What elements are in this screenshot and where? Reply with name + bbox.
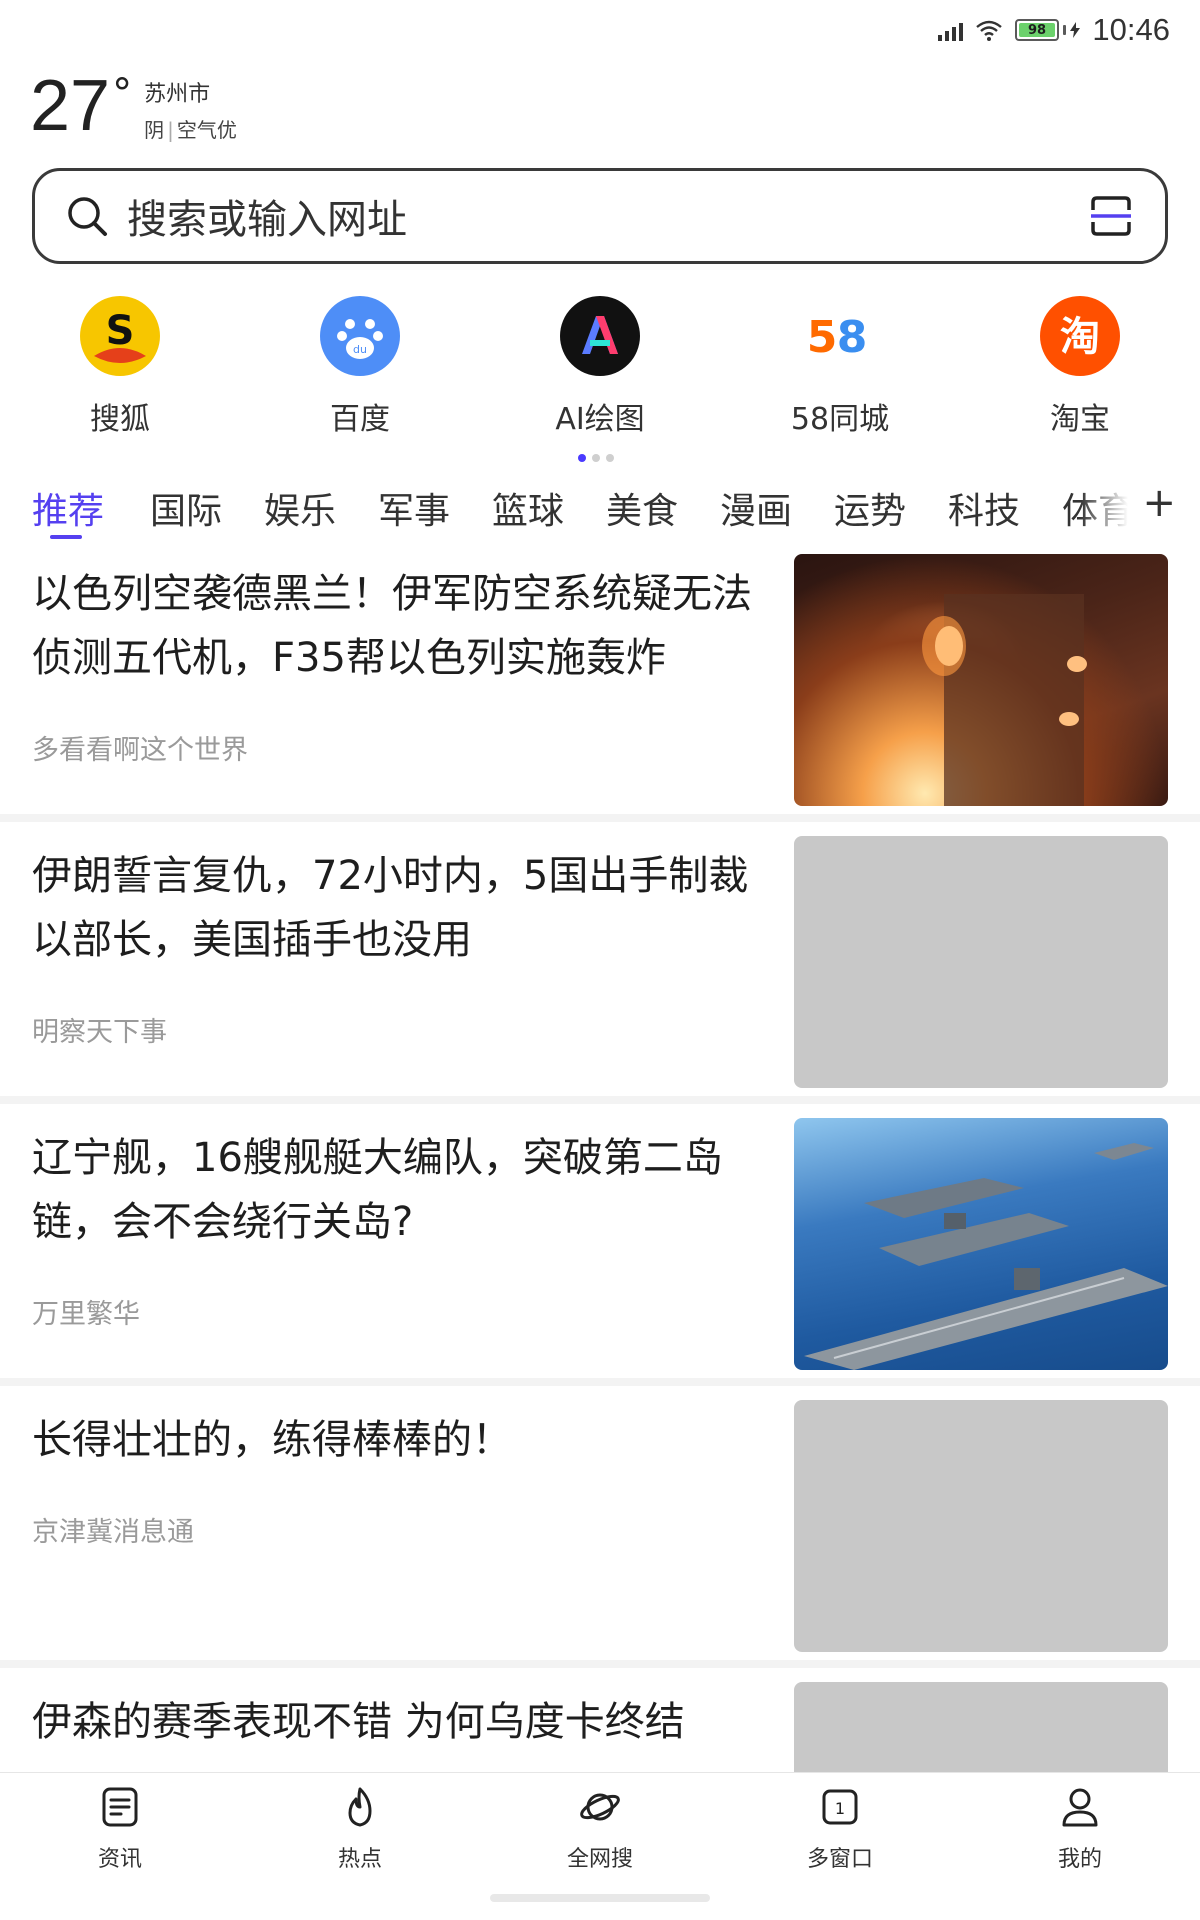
active-tab-indicator: [50, 535, 82, 539]
news-card[interactable]: 以色列空袭德黑兰！伊军防空系统疑无法侦测五代机，F35帮以色列实施轰炸 多看看啊…: [0, 552, 1200, 822]
charging-icon: [1070, 22, 1081, 38]
user-icon: [1062, 1788, 1098, 1827]
search-input[interactable]: 搜索或输入网址: [127, 187, 1089, 245]
nav-news[interactable]: 资讯: [40, 1785, 200, 1873]
news-image-fire: [794, 554, 1168, 806]
fire-icon: [348, 1787, 372, 1827]
quick-link-58[interactable]: 5 8 58同城: [760, 296, 920, 438]
weather-condition: 阴: [144, 118, 165, 142]
news-card[interactable]: 伊朗誓言复仇，72小时内，5国出手制裁以部长，美国插手也没用 明察天下事: [0, 834, 1200, 1104]
58-icon: 5 8: [800, 296, 880, 376]
wifi-icon: [975, 19, 1003, 41]
svg-text:S: S: [106, 308, 135, 354]
tab-comics[interactable]: 漫画: [720, 482, 792, 534]
svg-text:1: 1: [835, 1799, 845, 1818]
news-image-carrier: [794, 1118, 1168, 1370]
news-card[interactable]: 长得壮壮的，练得棒棒的！ 京津冀消息通: [0, 1398, 1200, 1668]
news-card[interactable]: 辽宁舰，16艘舰艇大编队，突破第二岛链，会不会绕行关岛? 万里繁华: [0, 1116, 1200, 1386]
tab-horoscope[interactable]: 运势: [834, 482, 906, 534]
tab-entertainment[interactable]: 娱乐: [264, 482, 336, 534]
news-title: 长得壮壮的，练得棒棒的！: [32, 1417, 512, 1463]
temperature: 27: [30, 66, 111, 146]
news-image-placeholder: [794, 1400, 1168, 1652]
news-image-placeholder: [794, 836, 1168, 1088]
news-title: 以色列空袭德黑兰！伊军防空系统疑无法侦测五代机，F35帮以色列实施轰炸: [32, 571, 752, 681]
svg-text:du: du: [353, 343, 367, 356]
city-name: 苏州市: [144, 82, 211, 107]
nav-profile[interactable]: 我的: [1000, 1785, 1160, 1873]
sohu-icon: S: [80, 296, 160, 376]
air-quality: 空气优: [176, 118, 237, 142]
quick-link-sohu[interactable]: S 搜狐: [40, 296, 200, 438]
add-tab-button[interactable]: +: [1142, 480, 1176, 526]
tab-military[interactable]: 军事: [378, 482, 450, 534]
scan-icon[interactable]: [1089, 194, 1133, 238]
battery-icon: 98: [1015, 19, 1081, 41]
nav-web-search[interactable]: 全网搜: [520, 1785, 680, 1873]
windows-icon: 1: [822, 1789, 858, 1825]
tab-food[interactable]: 美食: [606, 482, 678, 534]
tab-tech[interactable]: 科技: [948, 482, 1020, 534]
page-indicator: [578, 454, 614, 462]
quick-link-ai-draw[interactable]: AI绘图: [520, 296, 680, 438]
signal-icon: [938, 19, 964, 41]
nav-hot[interactable]: 热点: [280, 1785, 440, 1873]
planet-icon: [580, 1793, 620, 1821]
battery-level: 98: [1019, 23, 1055, 38]
news-source: 多看看啊这个世界: [32, 735, 248, 766]
tab-recommend[interactable]: 推荐: [32, 482, 104, 534]
ai-draw-icon: [560, 296, 640, 376]
status-bar: 98 10:46: [0, 0, 1200, 60]
tab-international[interactable]: 国际: [150, 482, 222, 534]
baidu-icon: du: [320, 296, 400, 376]
news-title: 辽宁舰，16艘舰艇大编队，突破第二岛链，会不会绕行关岛?: [32, 1135, 723, 1245]
quick-link-taobao[interactable]: 淘 淘宝: [1000, 296, 1160, 438]
home-indicator[interactable]: [490, 1894, 710, 1902]
category-tabs: 推荐 国际 娱乐 军事 篮球 美食 漫画 运势 科技 体育 +: [0, 476, 1200, 546]
news-source: 明察天下事: [32, 1017, 167, 1048]
news-icon: [102, 1787, 138, 1827]
svg-text:8: 8: [837, 312, 868, 363]
news-source: 京津冀消息通: [32, 1517, 194, 1548]
nav-windows[interactable]: 1 多窗口: [760, 1785, 920, 1873]
news-title: 伊朗誓言复仇，72小时内，5国出手制裁以部长，美国插手也没用: [32, 853, 749, 963]
quick-link-baidu[interactable]: du 百度: [280, 296, 440, 438]
weather-widget[interactable]: 27 ° 苏州市 阴 | 空气优: [30, 66, 237, 146]
search-bar[interactable]: 搜索或输入网址: [32, 168, 1168, 264]
clock: 10:46: [1092, 12, 1170, 47]
degree-symbol: °: [112, 71, 133, 117]
svg-text:5: 5: [807, 312, 838, 363]
search-icon: [68, 197, 107, 236]
svg-text:淘: 淘: [1060, 314, 1100, 360]
quick-links: S 搜狐 du 百度 AI绘图 5 8 58同城 淘 淘宝: [0, 296, 1200, 446]
news-source: 万里繁华: [32, 1299, 140, 1330]
taobao-icon: 淘: [1040, 296, 1120, 376]
tab-basketball[interactable]: 篮球: [492, 482, 564, 534]
